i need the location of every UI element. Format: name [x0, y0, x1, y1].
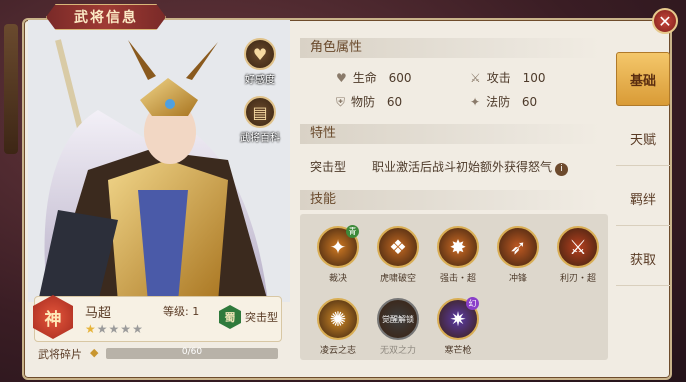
hero-name: 马超: [85, 306, 112, 321]
star-icon-empty: ★: [132, 322, 144, 336]
close-button[interactable]: ✕: [652, 8, 678, 34]
skill-4[interactable]: ⚔ 利刃・超: [550, 226, 606, 284]
book-icon: ▤: [244, 96, 276, 128]
stat-attack: ⚔ 攻击 100: [470, 69, 546, 86]
favorability-label: 好感度: [245, 75, 275, 86]
tier-badge: 神: [33, 295, 73, 339]
skill-name: 冲锋: [508, 274, 527, 284]
stat-physical-defense-value: 60: [386, 95, 403, 109]
stat-magic-defense-value: 60: [521, 95, 538, 109]
shards-progress-text: 0/60: [181, 347, 203, 357]
hero-portrait: ♥ 好感度 ▤ 武将百科: [28, 20, 290, 302]
hero-level: 等级: 1: [163, 305, 200, 318]
lock-icon: 觉醒解锁: [377, 298, 419, 340]
skill-3[interactable]: ➶ 冲锋: [490, 226, 546, 284]
star-rating: ★★★★★: [85, 322, 144, 336]
close-icon: ✕: [658, 11, 672, 31]
trait-type: 突击型: [310, 160, 347, 174]
stat-attack-label: 攻击: [486, 71, 511, 85]
sword-icon: ⚔: [470, 71, 481, 85]
skill-1[interactable]: ❖ 虎啸破空: [370, 226, 426, 284]
shard-icon: ◆: [90, 346, 99, 359]
magic-shield-icon: ✦: [470, 95, 481, 109]
hero-encyclopedia-button[interactable]: ▤ 武将百科: [238, 96, 282, 144]
skill-icon: ➶: [497, 226, 539, 268]
info-icon[interactable]: i: [555, 163, 569, 176]
heart-icon: ♥: [336, 71, 347, 85]
skill-icon: ✦ 青: [317, 225, 359, 268]
skill-name: 裁决: [328, 274, 347, 284]
skill-icon: ❖: [377, 226, 419, 268]
faction-badge: 蜀: [219, 305, 241, 329]
favorability-button[interactable]: ♥ 好感度: [238, 38, 282, 86]
tab-1[interactable]: 天赋: [616, 112, 670, 166]
stat-physical-defense: ⛨ 物防 60: [336, 93, 402, 110]
tab-2[interactable]: 羁绊: [616, 172, 670, 226]
hero-role: 突击型: [245, 311, 278, 324]
star-icon-empty: ★: [108, 322, 121, 336]
star-icon-empty: ★: [120, 322, 133, 336]
stat-magic-defense: ✦ 法防 60: [470, 93, 537, 110]
stat-hp-value: 600: [388, 71, 412, 85]
skill-2[interactable]: ✸ 强击・超: [430, 226, 486, 284]
hero-encyclopedia-label: 武将百科: [240, 133, 280, 144]
heart-icon: ♥: [244, 38, 276, 70]
attributes-heading: 角色属性: [300, 38, 600, 58]
stat-magic-defense-label: 法防: [486, 95, 511, 109]
tab-3[interactable]: 获取: [616, 232, 670, 286]
skill-icon: ✷ 幻: [437, 297, 479, 340]
traits-heading: 特性: [300, 124, 600, 144]
skill-7[interactable]: ✷ 幻寒芒枪: [430, 297, 486, 356]
window-title: 武将信息: [46, 4, 166, 30]
star-icon-filled: ★: [85, 322, 97, 336]
skill-tag-badge: 幻: [466, 297, 479, 310]
trait-description-text: 职业激活后战斗初始额外获得怒气: [372, 160, 553, 174]
skill-name: 寒芒枪: [444, 346, 472, 356]
skill-icon: ⚔: [557, 226, 599, 268]
left-rail-decoration: [4, 24, 18, 154]
skill-0[interactable]: ✦ 青裁决: [310, 225, 366, 284]
skill-name: 利刃・超: [559, 274, 596, 284]
skills-panel: ✦ 青裁决 ❖ 虎啸破空 ✸ 强击・超 ➶ 冲锋 ⚔ 利刃・超 ✺ 凌云之志 觉醒解锁 无双之力 ✷ 幻寒芒枪: [300, 214, 608, 360]
skill-tag-badge: 青: [346, 225, 359, 238]
stat-attack-value: 100: [522, 71, 546, 85]
shield-icon: ⛨: [336, 95, 346, 109]
star-icon-empty: ★: [96, 322, 109, 336]
skill-name: 无双之力: [379, 346, 416, 356]
hero-shards-row: 武将碎片 ◆ 0/60: [38, 346, 282, 362]
skill-name: 虎啸破空: [379, 274, 416, 284]
hero-name-card: 神 马超 等级: 1 ★★★★★ 蜀 突击型: [33, 295, 282, 342]
stat-hp: ♥ 生命 600: [336, 69, 412, 86]
stat-hp-label: 生命: [352, 71, 377, 85]
skill-6[interactable]: 觉醒解锁 无双之力: [370, 298, 426, 356]
skill-name: 强击・超: [439, 274, 476, 284]
skill-icon: ✸: [437, 226, 479, 268]
shards-label: 武将碎片: [38, 348, 82, 361]
trait-description: 职业激活后战斗初始额外获得怒气 i: [372, 158, 569, 176]
stat-physical-defense-label: 物防: [351, 95, 376, 109]
skill-5[interactable]: ✺ 凌云之志: [310, 298, 366, 356]
skills-heading: 技能: [300, 190, 600, 210]
skill-name: 凌云之志: [319, 346, 356, 356]
skill-icon: ✺: [317, 298, 359, 340]
tab-0[interactable]: 基础: [616, 52, 670, 106]
